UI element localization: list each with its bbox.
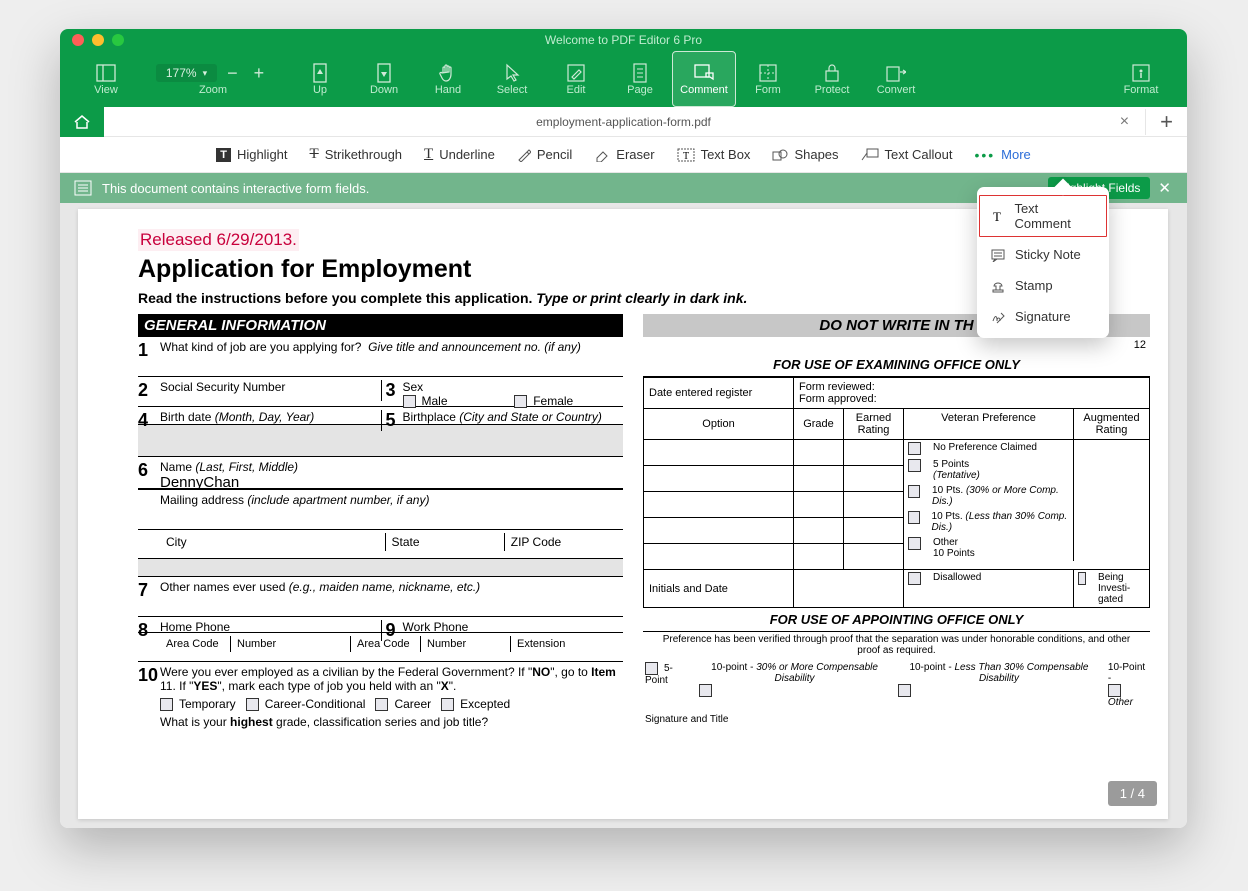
text-icon: T [991, 209, 1004, 223]
appoint-header: FOR USE OF APPOINTING OFFICE ONLY [643, 608, 1150, 632]
form-number: 12 [643, 337, 1150, 353]
edit-tool[interactable]: Edit [544, 51, 608, 107]
view-tool[interactable]: View [74, 51, 138, 107]
format-tool[interactable]: Format [1109, 51, 1173, 107]
protect-tool[interactable]: Protect [800, 51, 864, 107]
exam-table: Date entered registerForm reviewed:Form … [643, 377, 1150, 608]
phone-cols: Area Code Number Area Code Number Extens… [138, 632, 623, 662]
view-icon [95, 62, 117, 84]
career-checkbox[interactable] [375, 698, 388, 711]
zoom-out[interactable]: − [221, 63, 244, 84]
question-10: 10 Were you ever employed as a civilian … [138, 662, 623, 729]
cursor-icon [501, 62, 523, 84]
app-window: Welcome to PDF Editor 6 Pro View 177%▾ −… [60, 29, 1187, 828]
more-tool[interactable]: •••More [974, 147, 1030, 163]
signature-item[interactable]: Signature [977, 301, 1109, 332]
right-column: DO NOT WRITE IN TH 12 FOR USE OF EXAMINI… [643, 306, 1150, 729]
svg-text:T: T [683, 151, 689, 162]
comment-subtoolbar: THighlight TStrikethrough TUnderline Pen… [60, 137, 1187, 173]
tab-bar: employment-application-form.pdf × + [60, 107, 1187, 137]
comment-icon [693, 62, 715, 84]
excepted-checkbox[interactable] [441, 698, 454, 711]
nav-up[interactable]: Up [288, 51, 352, 107]
text-comment-item[interactable]: T Text Comment [977, 193, 1109, 239]
dots-icon: ••• [974, 147, 995, 163]
underline-tool[interactable]: TUnderline [424, 146, 495, 163]
page-up-icon [309, 62, 331, 84]
shapes-tool[interactable]: Shapes [772, 147, 838, 162]
female-checkbox[interactable] [514, 395, 527, 408]
select-tool[interactable]: Select [480, 51, 544, 107]
more-dropdown: T Text Comment Sticky Note Stamp Signatu… [977, 187, 1109, 338]
page-down-icon [373, 62, 395, 84]
page-tool[interactable]: Page [608, 51, 672, 107]
mailing: Mailing address (include apartment numbe… [138, 489, 623, 529]
nav-down[interactable]: Down [352, 51, 416, 107]
note-icon [991, 248, 1005, 262]
sticky-note-item[interactable]: Sticky Note [977, 239, 1109, 270]
textbox-icon: T [677, 148, 695, 162]
career-cond-checkbox[interactable] [246, 698, 259, 711]
stamp-icon [991, 279, 1005, 293]
eraser-icon [594, 148, 610, 162]
callout-icon [861, 148, 879, 162]
page-icon [629, 62, 651, 84]
question-2-3: 2 Social Security Number 3 Sex Male Fema… [138, 377, 623, 407]
form-icon [757, 62, 779, 84]
zoom-tool: 177%▾ − + Zoom [138, 51, 288, 107]
edit-icon [565, 62, 587, 84]
released-text: Released 6/29/2013. [138, 229, 299, 251]
question-1: 1 What kind of job are you applying for?… [138, 337, 623, 377]
question-7: 7 Other names ever used (e.g., maiden na… [138, 577, 623, 617]
exam-office-header: FOR USE OF EXAMINING OFFICE ONLY [643, 353, 1150, 377]
question-8-9: 8 Home Phone 9 Work Phone [138, 617, 623, 632]
male-checkbox[interactable] [403, 395, 416, 408]
shapes-icon [772, 148, 788, 162]
stamp-item[interactable]: Stamp [977, 270, 1109, 301]
info-close[interactable]: ✕ [1156, 179, 1173, 197]
main-toolbar: View 177%▾ − + Zoom Up Down Hand Select [60, 51, 1187, 107]
eraser-tool[interactable]: Eraser [594, 147, 654, 162]
name-field[interactable]: DennyChan [160, 474, 239, 491]
city-state-zip: City State ZIP Code [138, 529, 623, 559]
general-info-header: GENERAL INFORMATION [138, 314, 623, 337]
svg-text:T: T [993, 209, 1001, 223]
hand-icon [437, 62, 459, 84]
titlebar: Welcome to PDF Editor 6 Pro [60, 29, 1187, 51]
format-icon [1130, 62, 1152, 84]
convert-tool[interactable]: Convert [864, 51, 928, 107]
point-checkboxes: 5-Point 10-point - 30% or More Compensab… [643, 658, 1150, 712]
strikethrough-tool[interactable]: TStrikethrough [310, 146, 403, 163]
highlight-tool[interactable]: THighlight [216, 147, 287, 162]
form-icon [74, 180, 92, 196]
callout-tool[interactable]: Text Callout [861, 147, 953, 162]
signature-title: Signature and Title [643, 712, 1150, 727]
zoom-in[interactable]: + [248, 63, 271, 84]
page-indicator: 1 / 4 [1108, 781, 1157, 806]
question-4-5: 4 Birth date (Month, Day, Year) 5 Birthp… [138, 407, 623, 425]
question-6: 6 Name (Last, First, Middle) DennyChan [138, 457, 623, 489]
pencil-icon [517, 148, 531, 162]
appoint-text: Preference has been verified through pro… [643, 632, 1150, 658]
form-tool[interactable]: Form [736, 51, 800, 107]
info-message: This document contains interactive form … [102, 181, 369, 196]
pencil-tool[interactable]: Pencil [517, 147, 572, 162]
temporary-checkbox[interactable] [160, 698, 173, 711]
convert-icon [885, 62, 907, 84]
window-title: Welcome to PDF Editor 6 Pro [60, 33, 1187, 47]
textbox-tool[interactable]: TText Box [677, 147, 751, 162]
lock-icon [821, 62, 843, 84]
left-column: GENERAL INFORMATION 1 What kind of job a… [138, 306, 623, 729]
tab-filename: employment-application-form.pdf [60, 115, 1187, 129]
comment-tool[interactable]: Comment [672, 51, 736, 107]
hand-tool[interactable]: Hand [416, 51, 480, 107]
zoom-select[interactable]: 177%▾ [156, 64, 217, 82]
signature-icon [991, 310, 1005, 324]
